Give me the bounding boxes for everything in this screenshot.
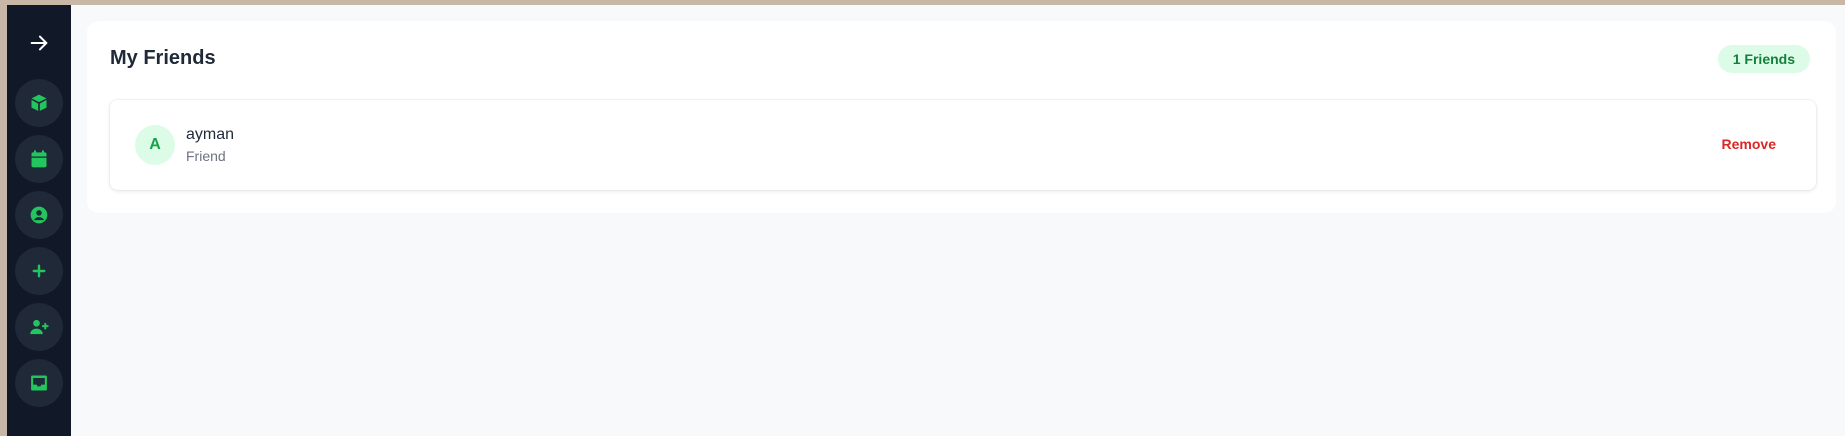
sidebar — [7, 5, 71, 436]
friend-list-item: A ayman Friend Remove — [110, 100, 1816, 190]
sidebar-item-calendar[interactable] — [15, 135, 63, 183]
friends-count-badge: 1 Friends — [1717, 45, 1810, 73]
sidebar-item-profile[interactable] — [15, 191, 63, 239]
arrow-right-icon — [30, 35, 48, 51]
friends-card: My Friends 1 Friends A ayman Friend Remo… — [87, 21, 1836, 213]
friend-name: ayman — [186, 126, 235, 143]
inbox-icon — [31, 375, 47, 391]
friend-status: Friend — [186, 148, 226, 164]
user-circle-icon — [30, 206, 48, 224]
avatar: A — [135, 125, 175, 165]
sidebar-item-products[interactable] — [15, 79, 63, 127]
sidebar-item-add-friend[interactable] — [15, 303, 63, 351]
sidebar-item-inbox[interactable] — [15, 359, 63, 407]
sidebar-nav — [15, 79, 63, 407]
user-plus-icon — [30, 319, 49, 335]
remove-friend-button[interactable]: Remove — [1722, 136, 1776, 152]
page-title: My Friends — [110, 47, 216, 69]
sidebar-toggle-button[interactable] — [23, 27, 55, 59]
plus-icon — [32, 264, 46, 278]
sidebar-item-add[interactable] — [15, 247, 63, 295]
main-content: My Friends 1 Friends A ayman Friend Remo… — [71, 5, 1845, 436]
cube-icon — [31, 94, 47, 111]
calendar-icon — [31, 150, 47, 168]
